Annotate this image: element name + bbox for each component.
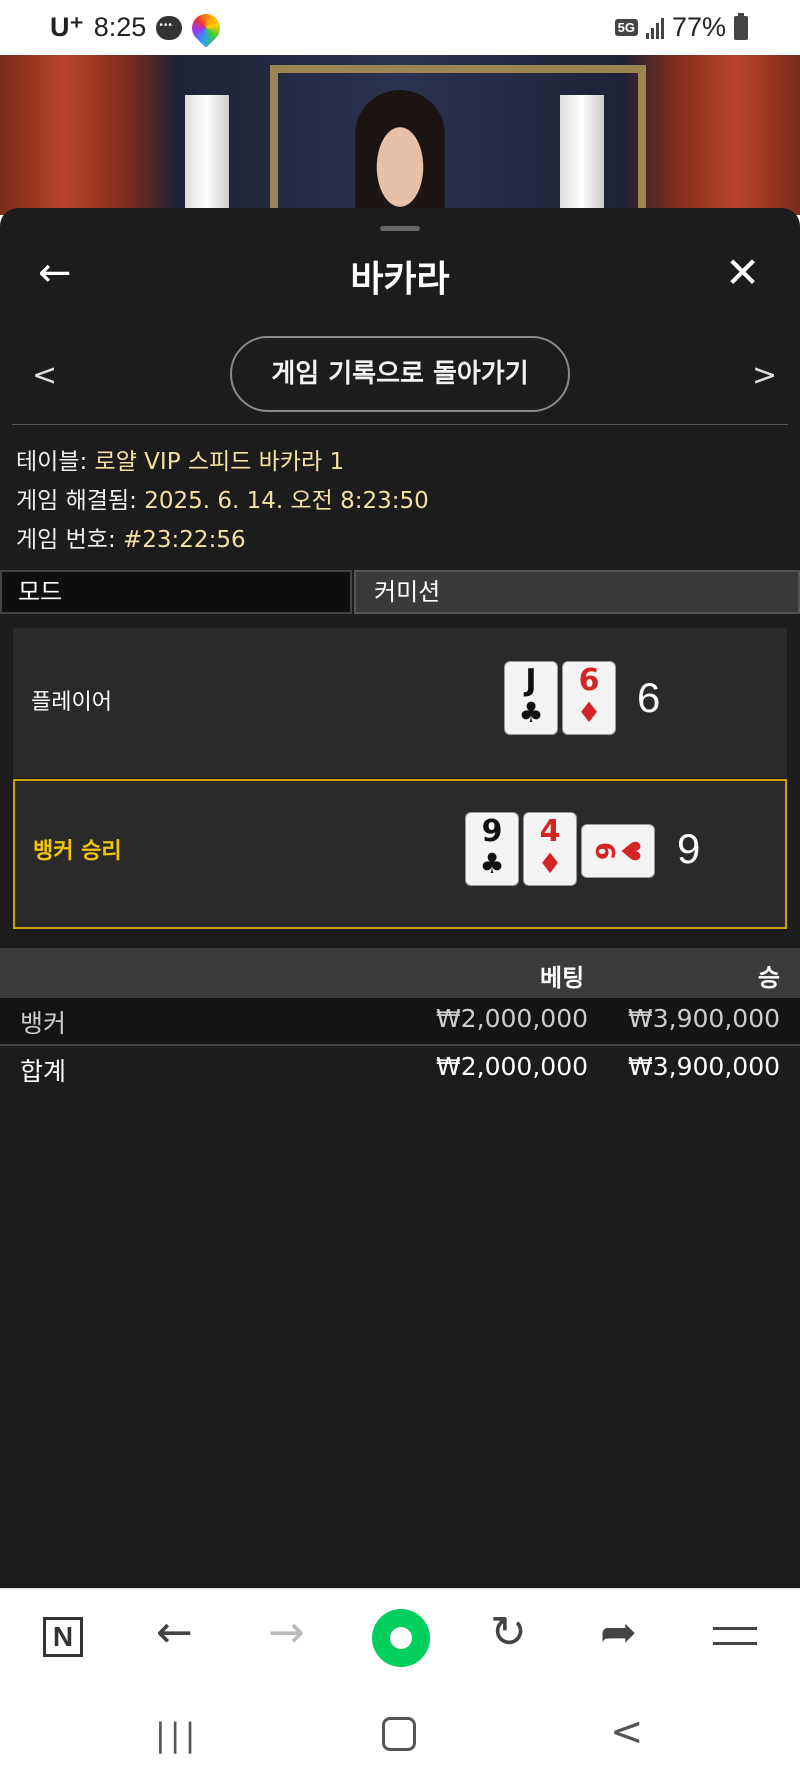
live-dealer-video bbox=[0, 55, 800, 215]
total-bet: ₩2,000,000 bbox=[436, 1052, 588, 1081]
playing-card: J ♣ bbox=[505, 662, 557, 734]
location-pin-icon bbox=[186, 7, 227, 48]
signal-icon bbox=[645, 17, 664, 39]
refresh-icon[interactable]: ↻ bbox=[490, 1611, 527, 1655]
banker-hand: 뱅커 승리 9 ♣ 4 ♦ 6 ♥ 9 bbox=[13, 779, 787, 929]
win-amount: ₩3,900,000 bbox=[628, 1004, 780, 1033]
sheet-drag-handle[interactable] bbox=[380, 226, 420, 231]
system-nav-bar: ||| < bbox=[0, 1683, 800, 1778]
resolved-info: 게임 해결됨: 2025. 6. 14. 오전 8:23:50 bbox=[16, 481, 429, 515]
table-row: 뱅커 ₩2,000,000 ₩3,900,000 bbox=[0, 998, 800, 1046]
chevron-left-icon[interactable]: < bbox=[32, 358, 57, 393]
player-hand: 플레이어 J ♣ 6 ♦ 6 bbox=[13, 628, 787, 778]
game-number-value: #23:22:56 bbox=[123, 527, 246, 553]
network-type-icon: 5G bbox=[614, 19, 638, 36]
banker-score: 9 bbox=[677, 825, 701, 872]
banker-win-label: 뱅커 승리 bbox=[33, 839, 122, 864]
back-icon[interactable]: < bbox=[610, 1709, 644, 1755]
forward-arrow-icon: → bbox=[268, 1607, 305, 1658]
chevron-right-icon[interactable]: > bbox=[752, 358, 777, 393]
table-total-row: 합계 ₩2,000,000 ₩3,900,000 bbox=[0, 1046, 800, 1092]
resolved-value: 2025. 6. 14. 오전 8:23:50 bbox=[144, 488, 429, 514]
win-column-header: 승 bbox=[757, 964, 780, 992]
n-logo-icon[interactable]: N bbox=[43, 1617, 83, 1657]
bets-table-header: 베팅 승 bbox=[0, 948, 800, 998]
game-number-label: 게임 번호: bbox=[16, 527, 116, 553]
playing-card: 4 ♦ bbox=[524, 813, 576, 885]
mode-row: 모드 커미션 bbox=[0, 570, 800, 614]
back-arrow-icon[interactable]: ← bbox=[156, 1611, 193, 1655]
table-label: 테이블: bbox=[16, 449, 88, 475]
page-title: 바카라 bbox=[350, 259, 450, 300]
battery-icon bbox=[734, 12, 748, 40]
total-win: ₩3,900,000 bbox=[628, 1052, 780, 1081]
battery-percent: 77% bbox=[671, 12, 726, 42]
bet-column-header: 베팅 bbox=[540, 964, 585, 992]
carrier-label: U⁺ bbox=[50, 12, 84, 42]
home-icon[interactable] bbox=[372, 1609, 430, 1667]
playing-card: 6 ♦ bbox=[563, 662, 615, 734]
playing-card: 9 ♣ bbox=[466, 813, 518, 885]
bet-type: 뱅커 bbox=[20, 1009, 67, 1038]
game-history-sheet: ← 바카라 ✕ < 게임 기록으로 돌아가기 > 테이블: 로얄 VIP 스피드… bbox=[0, 208, 800, 1588]
table-value: 로얄 VIP 스피드 바카라 1 bbox=[94, 449, 345, 475]
dealer-avatar bbox=[355, 90, 445, 215]
back-to-history-button[interactable]: 게임 기록으로 돌아가기 bbox=[230, 336, 570, 412]
game-number-info: 게임 번호: #23:22:56 bbox=[16, 520, 246, 554]
close-icon[interactable]: ✕ bbox=[725, 252, 760, 294]
status-bar: U⁺ 8:25 5G 77% bbox=[0, 0, 800, 55]
share-icon[interactable]: ➦ bbox=[600, 1611, 637, 1655]
divider bbox=[12, 424, 788, 425]
total-label: 합계 bbox=[20, 1057, 67, 1086]
home-button-icon[interactable] bbox=[382, 1717, 416, 1751]
mode-label: 모드 bbox=[0, 570, 352, 614]
playing-card-sideways: 6 ♥ bbox=[582, 825, 654, 877]
clock: 8:25 bbox=[93, 12, 147, 42]
bet-amount: ₩2,000,000 bbox=[436, 1004, 588, 1033]
browser-toolbar: N ← → ↻ ➦ bbox=[0, 1588, 800, 1684]
message-icon bbox=[156, 15, 183, 40]
player-label: 플레이어 bbox=[31, 690, 112, 715]
recent-apps-icon[interactable]: ||| bbox=[155, 1716, 199, 1754]
menu-icon[interactable] bbox=[713, 1627, 757, 1657]
table-info: 테이블: 로얄 VIP 스피드 바카라 1 bbox=[16, 442, 344, 476]
mode-value: 커미션 bbox=[354, 570, 800, 614]
resolved-label: 게임 해결됨: bbox=[16, 488, 137, 514]
player-score: 6 bbox=[637, 674, 661, 721]
